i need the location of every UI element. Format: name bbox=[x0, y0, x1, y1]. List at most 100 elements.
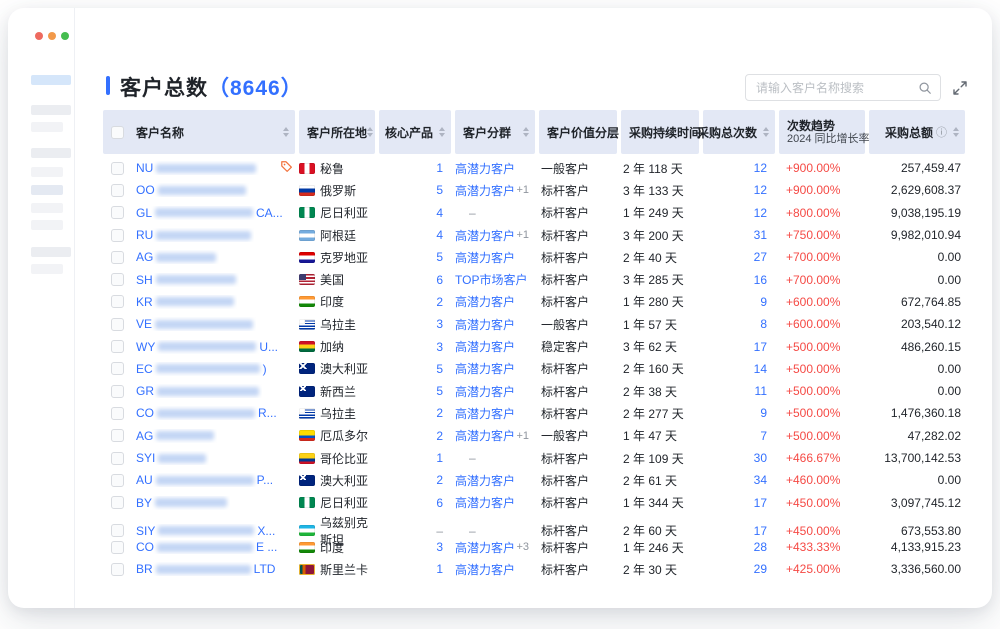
row-checkbox[interactable] bbox=[111, 385, 124, 398]
sort-icon[interactable] bbox=[523, 127, 529, 137]
sidebar-item[interactable] bbox=[31, 203, 63, 213]
core-products-value[interactable]: 5 bbox=[436, 384, 443, 398]
core-products-value[interactable]: 3 bbox=[436, 317, 443, 331]
segment-link[interactable]: 高潜力客户 bbox=[455, 472, 515, 489]
core-products-value[interactable]: 2 bbox=[436, 295, 443, 309]
segment-link[interactable]: 高潜力客户 bbox=[455, 182, 515, 199]
segment-link[interactable]: 高潜力客户 bbox=[455, 539, 515, 556]
column-header-segment[interactable]: 客户分群 bbox=[455, 110, 535, 154]
sidebar-item[interactable] bbox=[31, 247, 71, 257]
core-products-value[interactable]: 2 bbox=[436, 406, 443, 420]
customer-name-link[interactable]: SIYX... bbox=[136, 524, 275, 538]
row-checkbox[interactable] bbox=[111, 229, 124, 242]
segment-link[interactable]: 高潜力客户 bbox=[455, 360, 515, 377]
purchase-count-value[interactable]: 27 bbox=[754, 250, 767, 264]
row-checkbox[interactable] bbox=[111, 524, 124, 537]
customer-name-link[interactable]: COR... bbox=[136, 406, 277, 420]
segment-link[interactable]: 高潜力客户 bbox=[455, 293, 515, 310]
row-checkbox[interactable] bbox=[111, 340, 124, 353]
row-checkbox[interactable] bbox=[111, 362, 124, 375]
row-checkbox[interactable] bbox=[111, 541, 124, 554]
core-products-value[interactable]: 3 bbox=[436, 340, 443, 354]
purchase-count-value[interactable]: 12 bbox=[754, 206, 767, 220]
purchase-count-value[interactable]: 17 bbox=[754, 524, 767, 538]
customer-name-link[interactable]: AG bbox=[136, 250, 219, 264]
customer-name-link[interactable]: AUP... bbox=[136, 473, 273, 487]
customer-name-link[interactable]: NU bbox=[136, 161, 259, 175]
search-input[interactable] bbox=[756, 81, 918, 95]
purchase-count-value[interactable]: 9 bbox=[760, 406, 767, 420]
segment-link[interactable]: 高潜力客户 bbox=[455, 405, 515, 422]
sidebar-item[interactable] bbox=[31, 264, 63, 274]
customer-name-link[interactable]: BY bbox=[136, 496, 230, 510]
segment-link[interactable]: 高潜力客户 bbox=[455, 494, 515, 511]
row-checkbox[interactable] bbox=[111, 407, 124, 420]
column-header-count[interactable]: 采购总次数 bbox=[703, 110, 775, 154]
core-products-value[interactable]: 6 bbox=[436, 273, 443, 287]
sidebar-item[interactable] bbox=[31, 185, 63, 195]
purchase-count-value[interactable]: 34 bbox=[754, 473, 767, 487]
column-header-duration[interactable]: 采购持续时间 bbox=[621, 110, 699, 154]
sort-icon[interactable] bbox=[763, 127, 769, 137]
column-header-products[interactable]: 核心产品 bbox=[379, 110, 451, 154]
sidebar-item-active[interactable] bbox=[31, 75, 71, 85]
purchase-count-value[interactable]: 9 bbox=[760, 295, 767, 309]
sidebar-item[interactable] bbox=[31, 148, 71, 158]
column-header-tier[interactable]: 客户价值分层 bbox=[539, 110, 617, 154]
core-products-value[interactable]: 2 bbox=[436, 429, 443, 443]
core-products-value[interactable]: 6 bbox=[436, 496, 443, 510]
customer-name-link[interactable]: KR bbox=[136, 295, 237, 309]
row-checkbox[interactable] bbox=[111, 273, 124, 286]
purchase-count-value[interactable]: 14 bbox=[754, 362, 767, 376]
sidebar-item[interactable] bbox=[31, 220, 63, 230]
customer-name-link[interactable]: EC) bbox=[136, 362, 267, 376]
core-products-value[interactable]: 2 bbox=[436, 473, 443, 487]
customer-name-link[interactable]: GR bbox=[136, 384, 262, 398]
segment-link[interactable]: TOP市场客户 bbox=[455, 271, 527, 288]
purchase-count-value[interactable]: 8 bbox=[760, 317, 767, 331]
row-checkbox[interactable] bbox=[111, 251, 124, 264]
row-checkbox[interactable] bbox=[111, 563, 124, 576]
purchase-count-value[interactable]: 16 bbox=[754, 273, 767, 287]
customer-name-link[interactable]: GLCA... bbox=[136, 206, 283, 220]
column-header-trend[interactable]: 次数趋势2024 同比增长率 bbox=[779, 110, 865, 154]
core-products-value[interactable]: 4 bbox=[436, 206, 443, 220]
purchase-count-value[interactable]: 12 bbox=[754, 161, 767, 175]
customer-name-link[interactable]: BRLTD bbox=[136, 562, 275, 576]
row-checkbox[interactable] bbox=[111, 429, 124, 442]
purchase-count-value[interactable]: 17 bbox=[754, 340, 767, 354]
purchase-count-value[interactable]: 31 bbox=[754, 228, 767, 242]
core-products-value[interactable]: 4 bbox=[436, 228, 443, 242]
segment-link[interactable]: 高潜力客户 bbox=[455, 227, 515, 244]
row-checkbox[interactable] bbox=[111, 474, 124, 487]
customer-name-link[interactable]: OO bbox=[136, 183, 249, 197]
expand-icon[interactable] bbox=[952, 80, 968, 96]
purchase-count-value[interactable]: 11 bbox=[755, 384, 767, 398]
segment-link[interactable]: 高潜力客户 bbox=[455, 561, 515, 578]
segment-link[interactable]: 高潜力客户 bbox=[455, 383, 515, 400]
column-header-amount[interactable]: 采购总额ⓘ bbox=[869, 110, 965, 154]
search-icon[interactable] bbox=[918, 81, 932, 95]
customer-name-link[interactable]: AG bbox=[136, 429, 217, 443]
select-all-checkbox[interactable] bbox=[111, 126, 124, 139]
purchase-count-value[interactable]: 30 bbox=[754, 451, 767, 465]
customer-name-link[interactable]: RU bbox=[136, 228, 254, 242]
sidebar-item[interactable] bbox=[31, 122, 63, 132]
purchase-count-value[interactable]: 7 bbox=[760, 429, 767, 443]
segment-link[interactable]: 高潜力客户 bbox=[455, 249, 515, 266]
core-products-value[interactable]: 1 bbox=[436, 451, 443, 465]
purchase-count-value[interactable]: 12 bbox=[754, 183, 767, 197]
sort-icon[interactable] bbox=[953, 127, 959, 137]
segment-link[interactable]: 高潜力客户 bbox=[455, 338, 515, 355]
core-products-value[interactable]: 3 bbox=[436, 540, 443, 554]
customer-name-link[interactable]: COE ... bbox=[136, 540, 277, 554]
segment-link[interactable]: 高潜力客户 bbox=[455, 316, 515, 333]
segment-link[interactable]: 高潜力客户 bbox=[455, 427, 515, 444]
customer-name-link[interactable]: WYU... bbox=[136, 340, 278, 354]
purchase-count-value[interactable]: 29 bbox=[754, 562, 767, 576]
row-checkbox[interactable] bbox=[111, 295, 124, 308]
row-checkbox[interactable] bbox=[111, 184, 124, 197]
segment-link[interactable]: 高潜力客户 bbox=[455, 160, 515, 177]
core-products-value[interactable]: 5 bbox=[436, 362, 443, 376]
core-products-value[interactable]: 5 bbox=[436, 250, 443, 264]
